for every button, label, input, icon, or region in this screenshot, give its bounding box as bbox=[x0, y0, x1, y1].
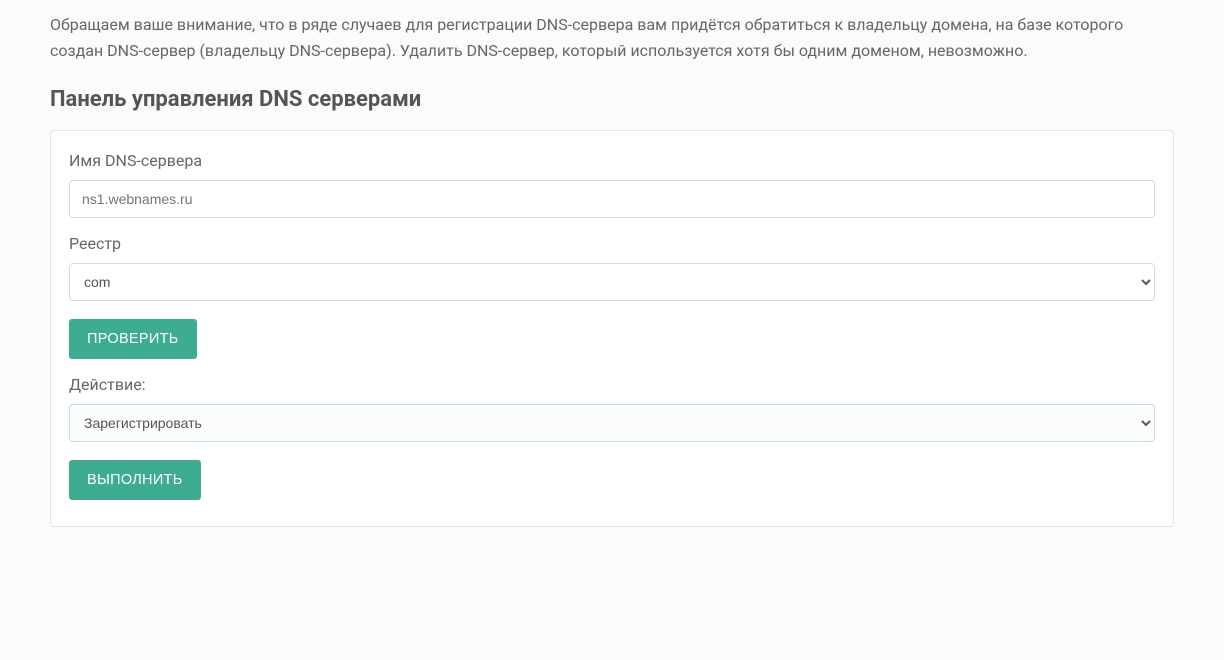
registry-select[interactable]: com bbox=[69, 263, 1155, 301]
dns-name-label: Имя DNS-сервера bbox=[69, 151, 1155, 170]
dns-name-input[interactable] bbox=[69, 180, 1155, 218]
action-label: Действие: bbox=[69, 375, 1155, 394]
action-select[interactable]: Зарегистрировать bbox=[69, 404, 1155, 442]
check-button[interactable]: ПРОВЕРИТЬ bbox=[69, 319, 197, 359]
notice-text: Обращаем ваше внимание, что в ряде случа… bbox=[50, 12, 1174, 63]
dns-panel: Имя DNS-сервера Реестр com ПРОВЕРИТЬ Дей… bbox=[50, 130, 1174, 527]
submit-button[interactable]: ВЫПОЛНИТЬ bbox=[69, 460, 201, 500]
registry-label: Реестр bbox=[69, 234, 1155, 253]
panel-title: Панель управления DNS серверами bbox=[50, 87, 1174, 112]
